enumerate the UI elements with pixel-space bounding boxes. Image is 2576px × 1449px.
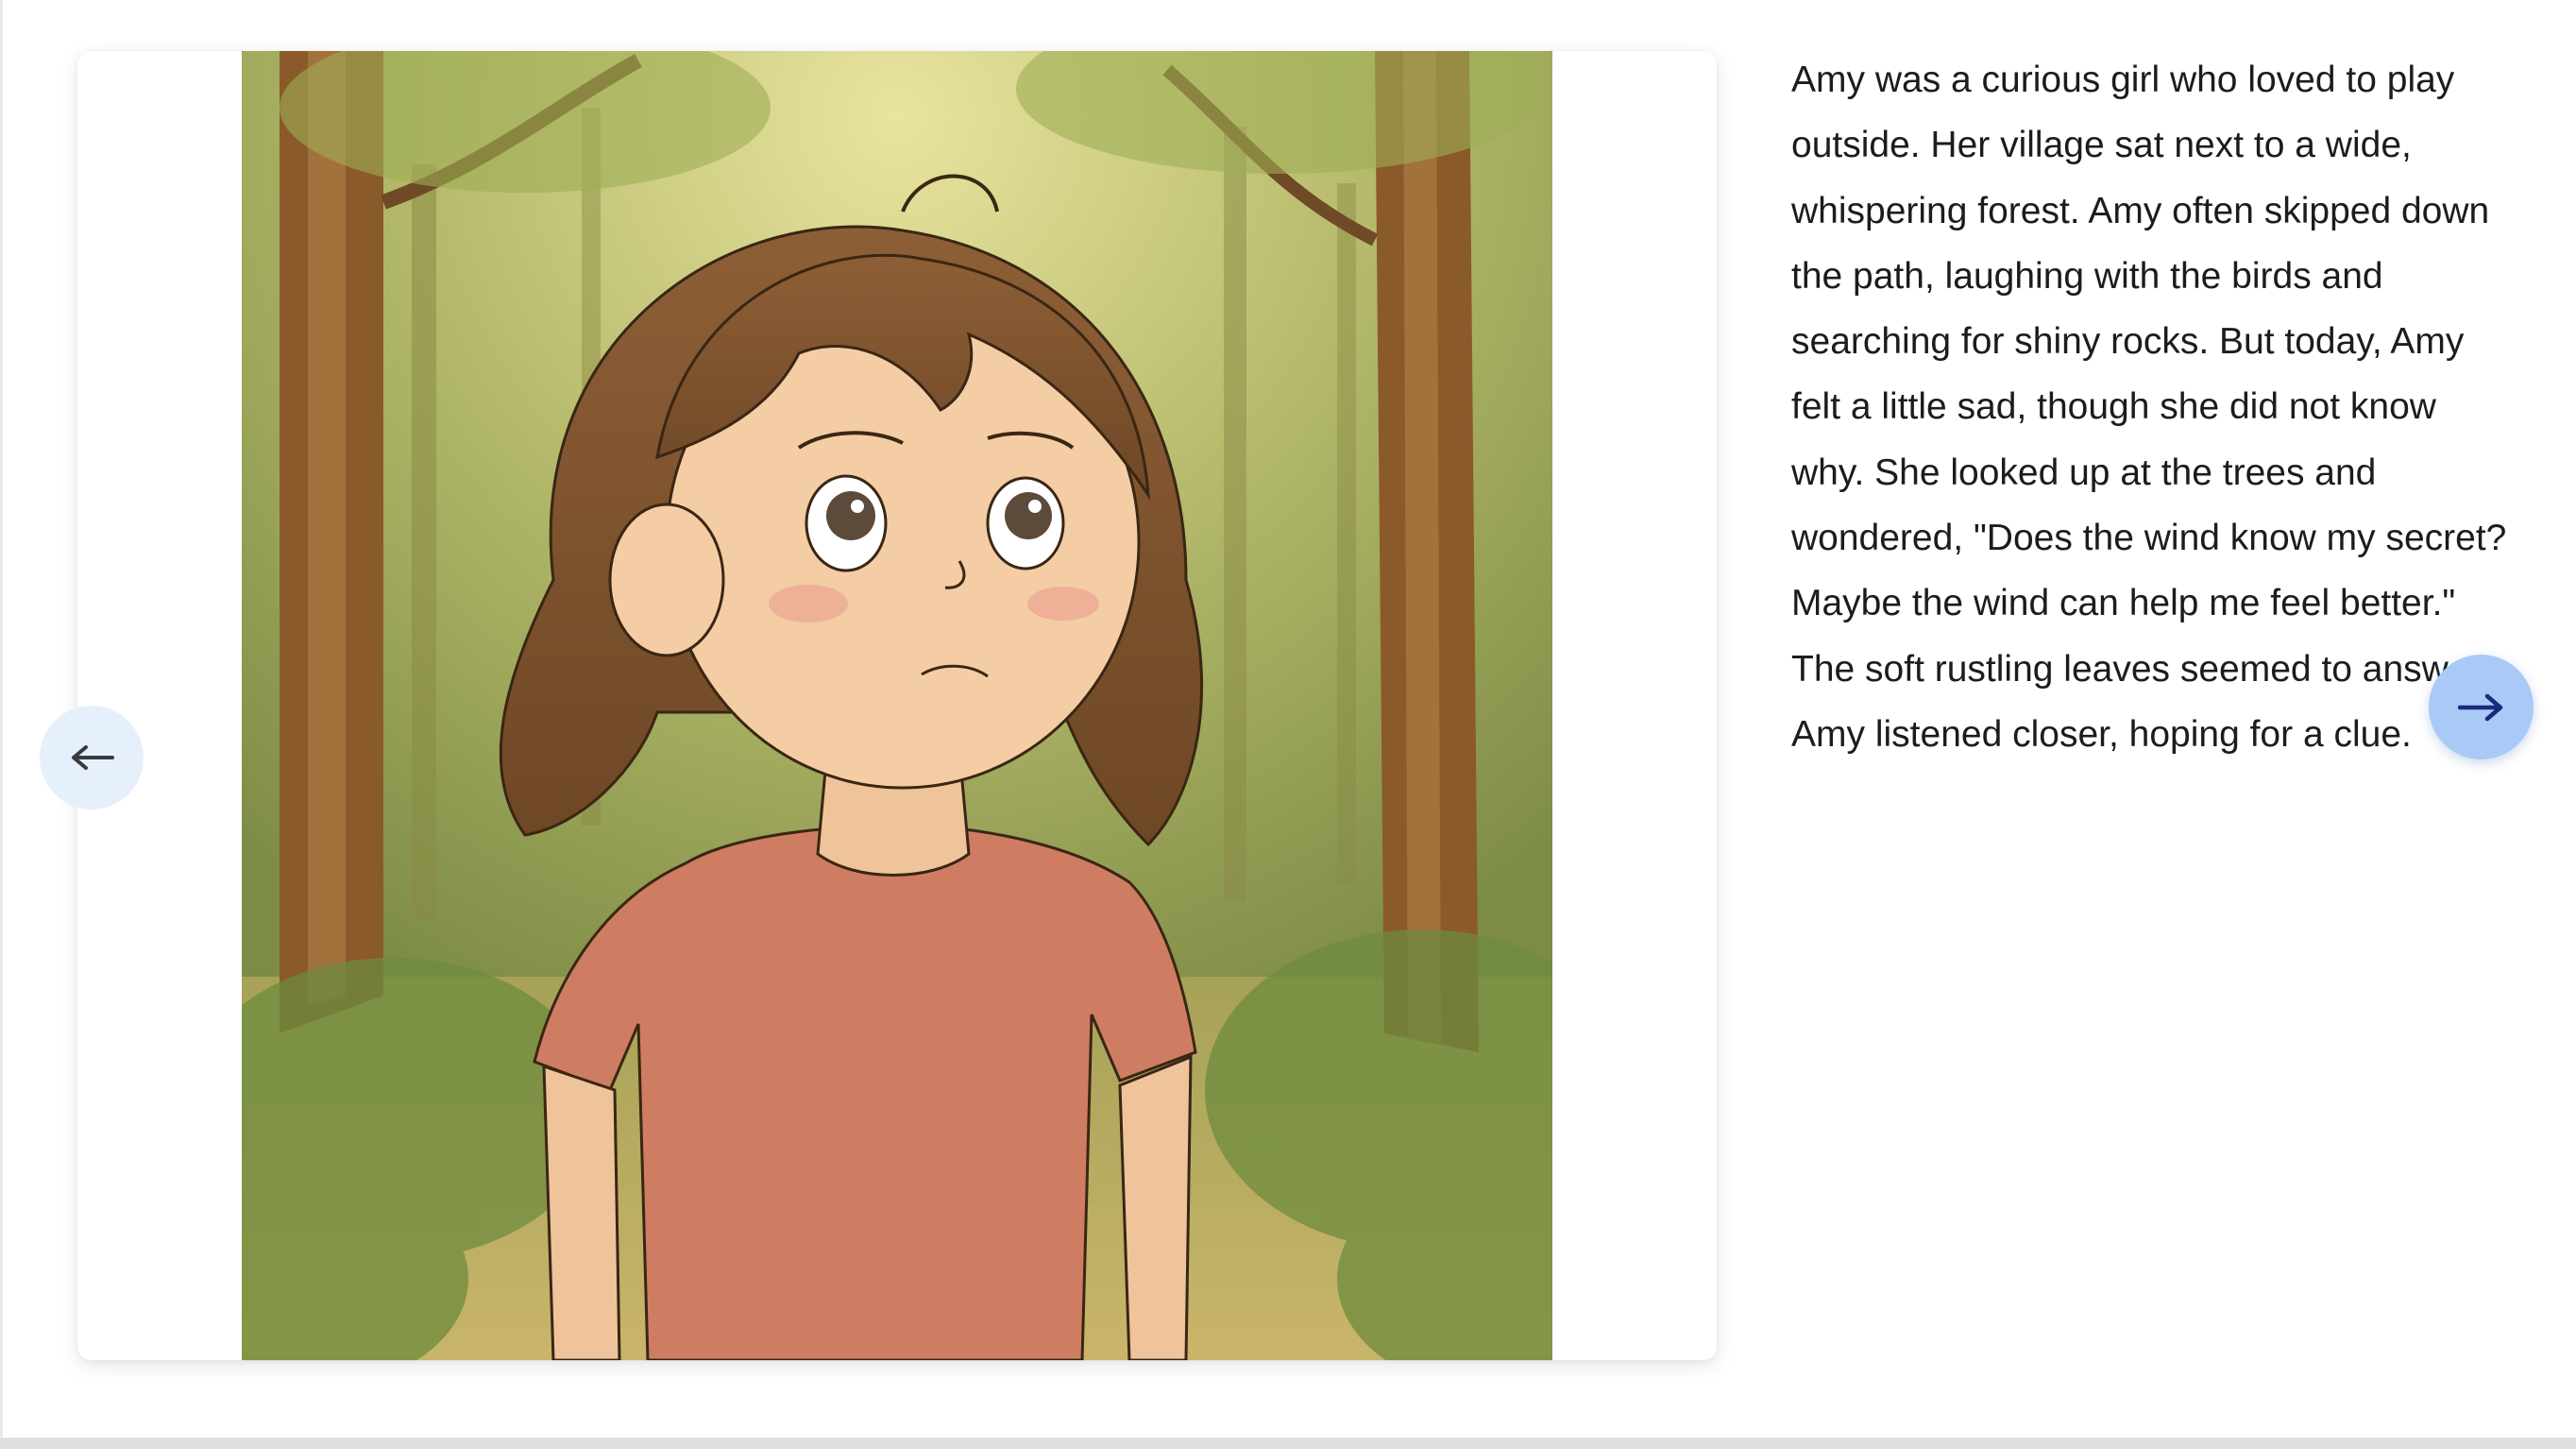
- left-edge: [0, 0, 3, 1438]
- story-paragraph: Amy was a curious girl who loved to play…: [1791, 47, 2509, 767]
- next-page-button[interactable]: [2429, 655, 2534, 759]
- story-illustration: [242, 51, 1552, 1360]
- arrow-left-icon: [69, 744, 114, 771]
- arrow-right-icon: [2458, 693, 2505, 722]
- bottom-edge: [0, 1438, 2576, 1449]
- previous-page-button[interactable]: [40, 706, 144, 810]
- illustration-card: [77, 51, 1717, 1360]
- storybook-page: Amy was a curious girl who loved to play…: [0, 0, 2576, 1438]
